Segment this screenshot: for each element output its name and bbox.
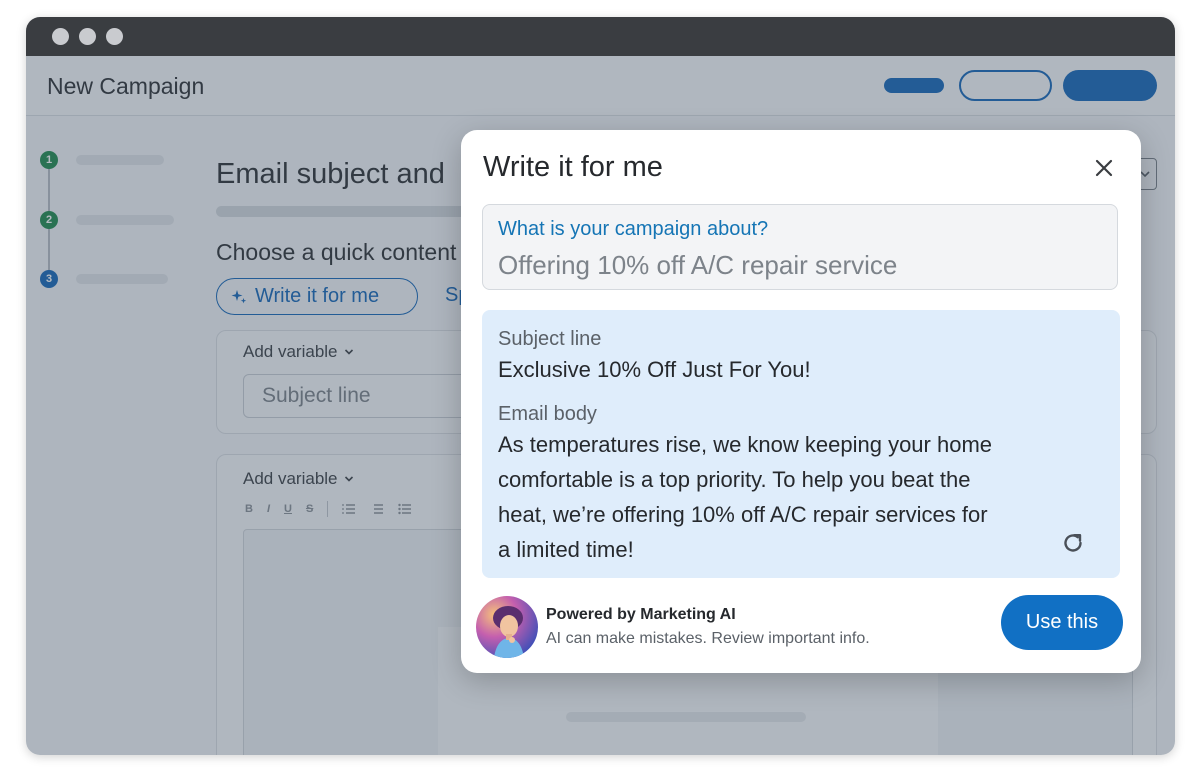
- window-control-dot[interactable]: [52, 28, 69, 45]
- subject-line-value: Exclusive 10% Off Just For You!: [498, 357, 811, 382]
- ai-disclaimer-text: AI can make mistakes. Review important i…: [546, 630, 870, 647]
- prompt-input-value[interactable]: Offering 10% off A/C repair service: [498, 250, 897, 281]
- ai-avatar: [476, 596, 538, 658]
- ai-avatar-image: [476, 596, 538, 658]
- window-control-dot[interactable]: [106, 28, 123, 45]
- generated-result: Subject line Exclusive 10% Off Just For …: [482, 310, 1120, 578]
- dialog-title: Write it for me: [483, 151, 663, 183]
- use-this-button[interactable]: Use this: [1001, 595, 1123, 650]
- write-it-for-me-dialog: Write it for me What is your campaign ab…: [461, 130, 1141, 673]
- close-icon: [1095, 159, 1113, 177]
- powered-by-text: Powered by Marketing AI: [546, 606, 736, 623]
- window-titlebar: [26, 17, 1175, 56]
- subject-line-label: Subject line: [498, 328, 602, 350]
- email-body-label: Email body: [498, 403, 597, 425]
- email-body-value: As temperatures rise, we know keeping yo…: [498, 432, 993, 562]
- close-button[interactable]: [1089, 153, 1119, 183]
- campaign-prompt-field[interactable]: What is your campaign about? Offering 10…: [482, 204, 1118, 290]
- refresh-icon[interactable]: [1060, 530, 1086, 556]
- prompt-label: What is your campaign about?: [498, 218, 769, 240]
- window-control-dot[interactable]: [79, 28, 96, 45]
